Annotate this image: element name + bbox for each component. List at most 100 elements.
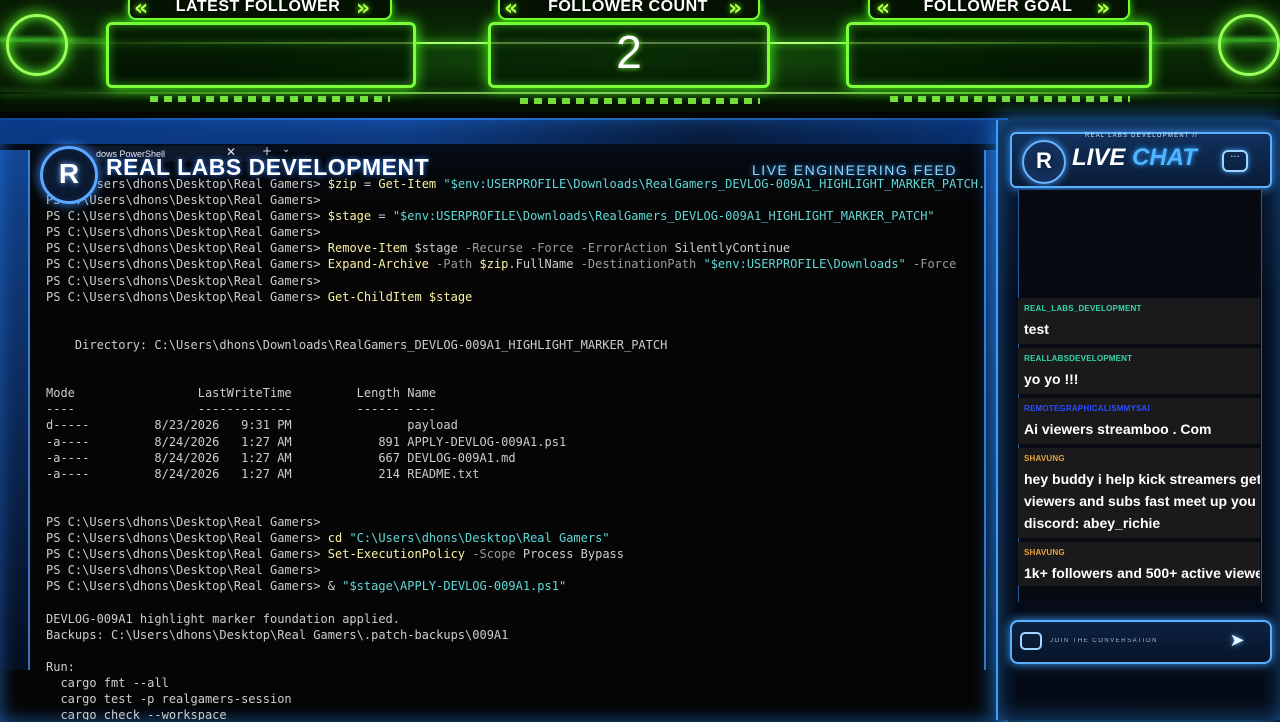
terminal-token: Process Bypass — [522, 547, 624, 562]
terminal-token: PS C:\Users\dhons\Desktop\Real Gamers> — [46, 547, 328, 562]
terminal-line: cargo check --workspace — [46, 707, 986, 720]
terminal-token: PS C:\Users\dhons\Desktop\Real Gamers> — [46, 209, 328, 224]
terminal-line: -a---- 8/24/2026 1:27 AM 891 APPLY-DEVLO… — [46, 434, 986, 450]
terminal-token: "$stage\APPLY-DEVLOG-009A1.ps1" — [342, 579, 567, 594]
terminal-line: Run: — [46, 659, 986, 675]
terminal-line: PS C:\Users\dhons\Desktop\Real Gamers> — [46, 562, 986, 578]
terminal-token: PS C:\Users\dhons\Desktop\Real Gamers> — [46, 225, 321, 240]
terminal-token: cd — [327, 531, 350, 546]
brand-logo-icon: R — [40, 146, 98, 204]
terminal-token: Run: — [46, 659, 75, 674]
chat-username: SHAVUNG — [1024, 548, 1065, 557]
powershell-output[interactable]: PS C:\Users\dhons\Desktop\Real Gamers> $… — [46, 176, 986, 720]
chat-title: LIVE CHAT — [1072, 144, 1197, 172]
follower-count-panel: 2 — [488, 22, 770, 88]
follower-count-label: FOLLOWER COUNT — [548, 0, 708, 15]
terminal-token: cargo check --workspace — [46, 708, 227, 720]
terminal-token: PS C:\Users\dhons\Desktop\Real Gamers> — [46, 241, 328, 256]
terminal-line: Directory: C:\Users\dhons\Downloads\Real… — [46, 337, 986, 353]
chat-logo-icon: R — [1022, 140, 1066, 184]
terminal-token: .FullName — [508, 257, 581, 272]
terminal-token: & — [327, 579, 343, 594]
terminal-token: PS C:\Users\dhons\Desktop\Real Gamers> — [46, 563, 321, 578]
chat-message: SHAVUNG hey buddy i help kick streamers … — [1018, 448, 1260, 538]
terminal-token: "$env:USERPROFILE\Downloads" — [703, 257, 913, 272]
terminal-token: PS C:\Users\dhons\Desktop\Real Gamers> — [46, 579, 328, 594]
follower-goal-label: FOLLOWER GOAL — [923, 0, 1073, 15]
terminal-line: PS C:\Users\dhons\Desktop\Real Gamers> S… — [46, 546, 986, 562]
terminal-line: PS C:\Users\dhons\Desktop\Real Gamers> $… — [46, 208, 986, 224]
chat-text-line: hey buddy i help kick streamers get — [1024, 471, 1260, 487]
terminal-line: -a---- 8/24/2026 1:27 AM 214 README.txt — [46, 466, 986, 482]
terminal-token: Set-ExecutionPolicy — [327, 547, 473, 562]
terminal-line: PS C:\Users\dhons\Desktop\Real Gamers> — [46, 514, 986, 530]
follower-count-value: 2 — [616, 26, 642, 78]
terminal-token: PS C:\Users\dhons\Desktop\Real Gamers> — [46, 531, 328, 546]
chat-bubble-icon: ··· — [1222, 150, 1248, 172]
terminal-line: -a---- 8/24/2026 1:27 AM 667 DEVLOG-009A… — [46, 450, 986, 466]
terminal-token: -Recurse -Force -ErrorAction — [465, 241, 675, 256]
terminal-token: PS C:\Users\dhons\Desktop\Real Gamers> — [46, 257, 328, 272]
hud-circuit-left-icon — [6, 14, 68, 76]
brand-title: REAL LABS DEVELOPMENT — [106, 154, 430, 180]
chat-compose-icon — [1020, 632, 1042, 650]
terminal-line: ---- ------------- ------ ---- — [46, 401, 986, 417]
chat-text: hey buddy i help kick streamers get view… — [1024, 468, 1260, 534]
terminal-token: -Path — [436, 257, 480, 272]
chat-username: REALLABSDEVELOPMENT — [1024, 354, 1133, 363]
chevron-right-icon: » — [356, 0, 370, 21]
chat-logo-letter: R — [1036, 148, 1052, 173]
terminal-token: cargo test -p realgamers-session — [46, 692, 292, 706]
terminal-token: Backups: C:\Users\dhons\Desktop\Real Gam… — [46, 627, 509, 642]
terminal-token: d----- 8/23/2026 9:31 PM payload — [46, 418, 458, 433]
terminal-token: Mode LastWriteTime Length Name — [46, 386, 437, 401]
chat-text: 1k+ followers and 500+ active viewers — [1024, 562, 1260, 584]
chat-brand-small: REAL LABS DEVELOPMENT // — [1085, 133, 1199, 139]
terminal-token: PS C:\Users\dhons\Desktop\Real Gamers> — [46, 289, 328, 304]
hud-stripe — [150, 96, 390, 102]
latest-follower-panel — [106, 22, 416, 88]
terminal-token: PS C:\Users\dhons\Desktop\Real Gamers> — [46, 273, 321, 288]
terminal-token: $stage — [414, 241, 466, 256]
terminal-token: -Force — [913, 257, 957, 272]
terminal-line: PS C:\Users\dhons\Desktop\Real Gamers> &… — [46, 578, 986, 594]
chat-message: REMOTEGRAPHICALISMMYSAI Ai viewers strea… — [1018, 398, 1260, 444]
chat-text: Ai viewers streamboo . Com — [1024, 418, 1260, 440]
follower-goal-panel — [846, 22, 1152, 88]
chevron-right-icon: » — [728, 0, 742, 21]
terminal-left-bar — [0, 150, 30, 670]
chat-input[interactable] — [1050, 632, 1210, 650]
terminal-token: -Scope — [472, 547, 523, 562]
terminal-token: Expand-Archive — [327, 257, 437, 272]
hud-circuit-right-icon — [1218, 14, 1280, 76]
terminal-line: PS C:\Users\dhons\Desktop\Real Gamers> E… — [46, 256, 986, 272]
terminal-top-glow — [0, 118, 1008, 144]
chat-message: REALLABSDEVELOPMENT yo yo !!! — [1018, 348, 1260, 394]
chat-text-line: yo yo !!! — [1024, 371, 1079, 387]
terminal-line: PS C:\Users\dhons\Desktop\Real Gamers> c… — [46, 530, 986, 546]
terminal-line: PS C:\Users\dhons\Desktop\Real Gamers> — [46, 273, 986, 289]
terminal-token: PS C:\Users\dhons\Desktop\Real Gamers> — [46, 514, 321, 529]
chat-username: REAL_LABS_DEVELOPMENT — [1024, 304, 1142, 313]
chat-text: yo yo !!! — [1024, 368, 1260, 390]
terminal-token: $stage — [428, 289, 473, 304]
chat-message: SHAVUNG 1k+ followers and 500+ active vi… — [1018, 542, 1260, 586]
terminal-line: PS C:\Users\dhons\Desktop\Real Gamers> G… — [46, 289, 986, 305]
chevron-left-icon: « — [504, 0, 518, 21]
chat-message-area[interactable] — [1018, 190, 1262, 602]
hud-stripe — [520, 98, 760, 104]
terminal-line: PS C:\Users\dhons\Desktop\Real Gamers> — [46, 224, 986, 240]
hud-scanline — [0, 92, 1280, 94]
terminal-token: -a---- 8/24/2026 1:27 AM 667 DEVLOG-009A… — [46, 450, 516, 465]
send-icon[interactable]: ➤ — [1222, 628, 1252, 654]
terminal-line: cargo test -p realgamers-session — [46, 691, 986, 707]
feed-label: LIVE ENGINEERING FEED — [752, 162, 957, 178]
terminal-token: Get-ChildItem — [327, 289, 429, 304]
terminal-token: -a---- 8/24/2026 1:27 AM 891 APPLY-DEVLO… — [46, 434, 567, 449]
follower-hud: « LATEST FOLLOWER » 2 « FOLLOWER COUNT »… — [0, 0, 1280, 112]
